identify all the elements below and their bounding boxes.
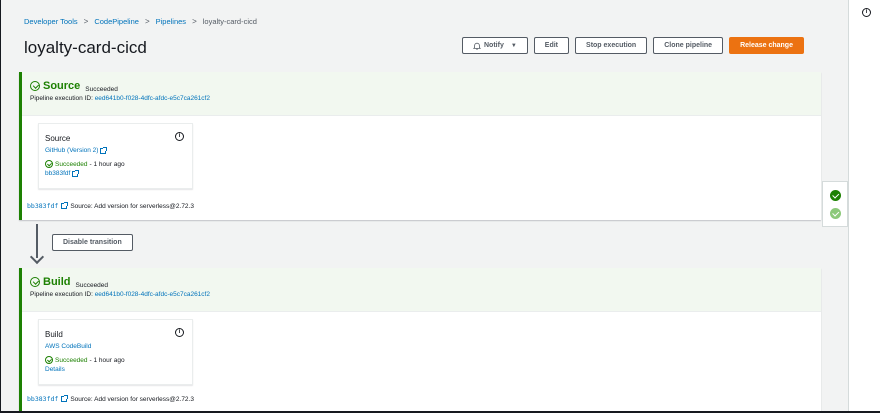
- check-circle-icon: [45, 356, 53, 364]
- release-change-button[interactable]: Release change: [729, 37, 804, 54]
- edit-button[interactable]: Edit: [533, 37, 570, 54]
- info-icon[interactable]: i: [175, 328, 184, 337]
- disable-transition-button[interactable]: Disable transition: [52, 234, 133, 251]
- check-circle-icon: [30, 277, 40, 287]
- check-circle-icon[interactable]: [830, 208, 841, 219]
- breadcrumb-pipelines[interactable]: Pipelines: [156, 17, 186, 26]
- stop-execution-button[interactable]: Stop execution: [575, 37, 648, 54]
- dropdown-icon: ▼: [510, 42, 517, 49]
- action-provider-link[interactable]: AWS CodeBuild: [45, 343, 91, 350]
- check-circle-icon: [45, 160, 53, 168]
- revision-link[interactable]: bb383fdf: [45, 170, 70, 177]
- arrow-down-icon: [29, 249, 45, 265]
- details-link[interactable]: Details: [45, 366, 65, 373]
- breadcrumb-separator: >: [144, 17, 150, 26]
- stage-title: Build: [43, 276, 71, 288]
- action-time: - 1 hour ago: [89, 356, 125, 364]
- stage-header: Source Succeeded Pipeline execution ID: …: [22, 72, 821, 116]
- external-link-icon: [61, 395, 69, 402]
- commit-message: Source: Add version for serverless@2.72.…: [70, 202, 194, 210]
- breadcrumb-current: loyalty-card-cicd: [202, 17, 257, 26]
- page-title: loyalty-card-cicd: [24, 38, 147, 57]
- stage-source: Source Succeeded Pipeline execution ID: …: [19, 72, 821, 220]
- commit-info: bb383fdf Source: Add version for serverl…: [27, 202, 194, 210]
- stage-status: Succeeded: [75, 282, 109, 289]
- action-status: Succeeded: [55, 160, 88, 168]
- commit-id-link[interactable]: bb383fdf: [27, 202, 58, 210]
- window-edge: [0, 0, 1, 413]
- check-circle-icon[interactable]: [830, 190, 841, 201]
- action-name: Source: [45, 134, 71, 143]
- main-content: Developer Tools > CodePipeline > Pipelin…: [0, 0, 848, 411]
- stage-title: Source: [43, 80, 81, 92]
- breadcrumb-separator: >: [83, 17, 89, 26]
- exec-id-label: Pipeline execution ID:: [30, 291, 93, 298]
- notify-button[interactable]: Notify ▼: [462, 37, 528, 54]
- exec-id-label: Pipeline execution ID:: [30, 95, 93, 102]
- transition-arrow: [29, 224, 45, 265]
- stage-build: Build Succeeded Pipeline execution ID: e…: [19, 268, 821, 411]
- exec-id-link[interactable]: eed641b0-f028-4dfc-afdc-e5c7ca261cf2: [95, 95, 210, 102]
- check-circle-icon: [30, 81, 40, 91]
- commit-id-link[interactable]: bb383fdf: [27, 395, 58, 403]
- stage-header: Build Succeeded Pipeline execution ID: e…: [22, 268, 821, 312]
- breadcrumb-separator: >: [192, 17, 197, 26]
- external-link-icon: [100, 146, 108, 154]
- commit-info: bb383fdf Source: Add version for serverl…: [27, 395, 194, 403]
- action-status: Succeeded: [55, 356, 88, 364]
- breadcrumb-codepipeline[interactable]: CodePipeline: [94, 17, 139, 26]
- notify-label: Notify: [484, 42, 504, 49]
- clone-pipeline-button[interactable]: Clone pipeline: [653, 37, 724, 54]
- action-card-source: Source i GitHub (Version 2) Succeeded - …: [38, 123, 193, 189]
- info-icon[interactable]: i: [175, 132, 184, 141]
- external-link-icon: [61, 202, 69, 209]
- help-panel-rail: [848, 0, 880, 413]
- bell-icon: [473, 42, 481, 50]
- action-name: Build: [45, 330, 63, 339]
- external-link-icon: [72, 169, 80, 177]
- action-card-build: Build i AWS CodeBuild Succeeded - 1 hour…: [38, 319, 193, 385]
- exec-id-link[interactable]: eed641b0-f028-4dfc-afdc-e5c7ca261cf2: [95, 291, 210, 298]
- header-actions: Notify ▼ Edit Stop execution Clone pipel…: [462, 37, 804, 54]
- breadcrumb: Developer Tools > CodePipeline > Pipelin…: [24, 17, 257, 26]
- stage-status: Succeeded: [85, 86, 118, 93]
- action-provider-link[interactable]: GitHub (Version 2): [45, 147, 98, 154]
- breadcrumb-developer-tools[interactable]: Developer Tools: [24, 17, 78, 26]
- stage-status-panel: [822, 181, 848, 227]
- action-time: - 1 hour ago: [89, 160, 125, 168]
- commit-message: Source: Add version for serverless@2.72.…: [70, 395, 194, 403]
- info-icon[interactable]: i: [862, 8, 871, 17]
